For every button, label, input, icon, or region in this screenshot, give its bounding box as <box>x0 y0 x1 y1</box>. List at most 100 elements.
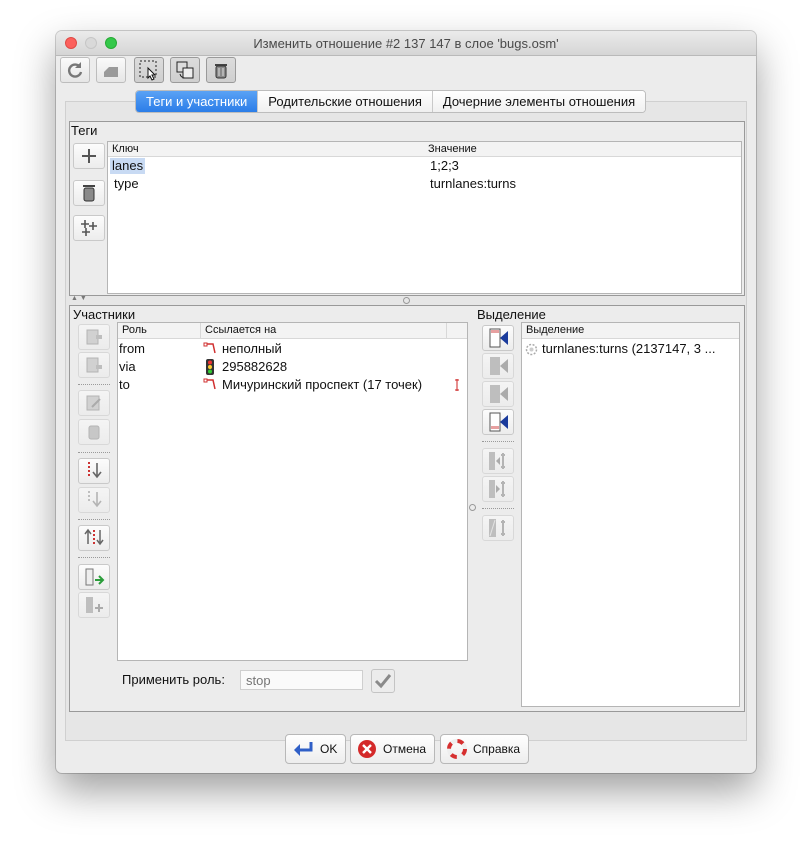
way-icon <box>203 377 217 394</box>
separator <box>482 508 514 509</box>
tags-title: Теги <box>71 123 98 138</box>
paste-tags-button[interactable] <box>73 215 105 241</box>
separator <box>78 557 110 558</box>
edit-member-icon <box>86 395 101 411</box>
members-table-header: Роль Ссылается на <box>118 323 467 339</box>
move-to-bottom-button[interactable] <box>78 487 110 513</box>
download-icon <box>86 597 103 613</box>
splitter-handle[interactable] <box>469 504 476 511</box>
sort-selection-icon <box>489 519 505 537</box>
delete-icon <box>215 64 227 79</box>
add-member-icon <box>86 329 102 345</box>
sort-members-button[interactable] <box>78 564 110 590</box>
sort-selection-button[interactable] <box>482 515 514 541</box>
add-tag-button[interactable] <box>73 143 105 169</box>
relation-icon <box>524 342 539 360</box>
add-selected-before-button[interactable] <box>482 353 514 379</box>
add-selected-icon <box>489 412 508 432</box>
selection-title: Выделение <box>477 307 546 322</box>
cancel-label: Отмена <box>383 742 427 756</box>
sort-icon <box>85 568 105 586</box>
trash-icon <box>83 185 95 202</box>
tab-bar: Теги и участники Родительские отношения … <box>135 90 647 113</box>
title-bar: Изменить отношение #2 137 147 в слое 'bu… <box>56 31 756 56</box>
checkmark-icon <box>374 674 392 689</box>
apply-role-label: Применить роль: <box>122 672 225 687</box>
cancel-button[interactable]: Отмена <box>350 734 436 764</box>
tag-value-cell[interactable]: turnlanes:turns <box>430 176 516 192</box>
selection-table: Выделение turnlanes:turns (2137147, 3 ..… <box>521 322 740 707</box>
member-role-cell[interactable]: to <box>119 377 130 393</box>
zoom-icon <box>176 61 194 79</box>
member-ref-cell[interactable]: Мичуринский проспект (17 точек) <box>222 377 422 393</box>
add-selected-at-end-button[interactable] <box>482 409 514 435</box>
traffic-light-icon <box>206 359 214 378</box>
tab-child-relations[interactable]: Дочерние элементы отношения <box>431 91 646 112</box>
delete-member-button[interactable] <box>78 419 110 445</box>
tags-table-header: Ключ Значение <box>108 142 741 157</box>
splitter-arrows-icon[interactable]: ▲ ▼ <box>71 295 87 302</box>
move-down-button[interactable] <box>78 458 110 484</box>
add-selected-icon <box>490 385 508 403</box>
window-title: Изменить отношение #2 137 147 в слое 'bu… <box>253 36 559 51</box>
cancel-icon <box>357 739 377 759</box>
tab-tags-and-members[interactable]: Теги и участники <box>136 91 258 112</box>
zoom-button[interactable] <box>170 57 200 83</box>
reverse-order-button[interactable] <box>78 525 110 551</box>
reverse-icon <box>84 528 104 546</box>
plus-icon <box>82 149 96 163</box>
member-ref-cell[interactable]: неполный <box>222 341 282 357</box>
member-role-cell[interactable]: from <box>119 341 145 357</box>
column-divider <box>200 323 201 338</box>
relation-editor-window: Изменить отношение #2 137 147 в слое 'bu… <box>56 31 756 773</box>
help-lifebuoy-icon <box>447 739 467 759</box>
trash-icon <box>88 425 100 440</box>
ok-label: OK <box>320 742 338 756</box>
tab-parent-relations[interactable]: Родительские отношения <box>257 91 432 112</box>
apply-role-button[interactable] <box>371 669 395 693</box>
member-ref-cell[interactable]: 295882628 <box>222 359 287 375</box>
delete-tag-button[interactable] <box>73 180 105 206</box>
add-selected-after-button[interactable] <box>482 381 514 407</box>
edit-member-button[interactable] <box>78 390 110 416</box>
way-icon <box>203 341 217 358</box>
apply-button[interactable] <box>96 57 126 83</box>
select-button[interactable] <box>134 57 164 83</box>
select-icon <box>139 60 157 81</box>
ref-column-header[interactable]: Ссылается на <box>205 323 276 337</box>
help-button[interactable]: Справка <box>440 734 530 764</box>
delete-button[interactable] <box>206 57 236 83</box>
value-column-header[interactable]: Значение <box>428 142 477 156</box>
tag-key-cell[interactable]: type <box>114 176 139 192</box>
tag-key-cell[interactable]: lanes <box>110 158 146 174</box>
refresh-button[interactable] <box>60 57 90 83</box>
selection-column-header[interactable]: Выделение <box>526 323 584 337</box>
members-table: Роль Ссылается на from неполный via 2958… <box>117 322 468 661</box>
splitter-handle[interactable] <box>403 297 410 304</box>
apply-role-input[interactable] <box>240 670 363 690</box>
select-members-button[interactable] <box>482 448 514 474</box>
selection-table-header: Выделение <box>522 323 739 339</box>
add-selected-at-start-button[interactable] <box>482 325 514 351</box>
separator <box>482 441 514 442</box>
paste-tags-icon <box>81 220 97 236</box>
role-column-header[interactable]: Роль <box>122 323 147 337</box>
member-role-cell[interactable]: via <box>119 359 136 375</box>
remove-selected-button[interactable] <box>482 476 514 502</box>
tag-value-cell[interactable]: 1;2;3 <box>430 158 459 174</box>
ok-icon <box>292 740 314 758</box>
download-members-button[interactable] <box>78 592 110 618</box>
move-bottom-icon <box>88 491 102 508</box>
toolbar <box>56 56 756 84</box>
help-label: Справка <box>473 742 521 756</box>
separator <box>78 519 110 520</box>
key-column-header[interactable]: Ключ <box>112 142 139 156</box>
add-member-at-end-button[interactable] <box>78 352 110 378</box>
connection-indicator-icon <box>455 379 459 394</box>
apply-icon <box>104 67 118 77</box>
add-member-at-start-button[interactable] <box>78 324 110 350</box>
ok-button[interactable]: OK <box>285 734 347 764</box>
selection-item[interactable]: turnlanes:turns (2137147, 3 ... <box>542 341 715 357</box>
separator <box>78 384 110 385</box>
members-title: Участники <box>73 307 136 322</box>
